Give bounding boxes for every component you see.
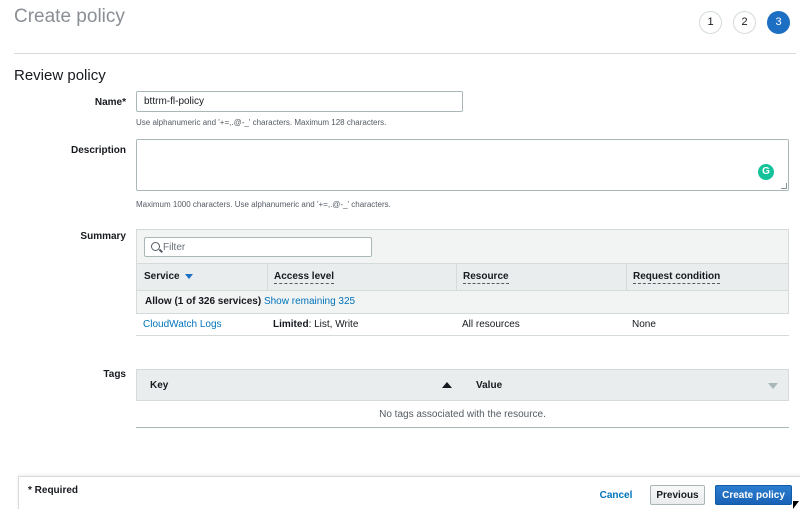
- tags-empty-message: No tags associated with the resource.: [379, 409, 546, 420]
- column-header-service[interactable]: Service: [144, 264, 193, 291]
- section-title: Review policy: [14, 67, 106, 84]
- search-icon: [151, 242, 160, 251]
- column-header-access-level[interactable]: Access level: [267, 264, 335, 291]
- condition-cell: None: [632, 319, 656, 330]
- cancel-button[interactable]: Cancel: [596, 485, 636, 505]
- sort-asc-icon[interactable]: [442, 382, 452, 388]
- resource-cell: All resources: [462, 319, 520, 330]
- allow-group-label: Allow (1 of 326 services): [145, 296, 262, 307]
- step-3-active[interactable]: 3: [767, 11, 790, 34]
- create-policy-button[interactable]: Create policy: [715, 485, 792, 505]
- required-note: * Required: [28, 485, 79, 496]
- tags-table: Key Value No tags associated with the re…: [136, 369, 789, 428]
- filter-placeholder: Filter: [163, 242, 186, 253]
- step-1[interactable]: 1: [699, 11, 722, 34]
- summary-label: Summary: [80, 231, 126, 242]
- description-label: Description: [70, 145, 126, 156]
- policy-name-input[interactable]: [136, 91, 463, 112]
- description-textarea[interactable]: G: [136, 139, 789, 191]
- column-header-request-condition[interactable]: Request condition: [626, 264, 721, 291]
- show-remaining-link[interactable]: Show remaining 325: [264, 296, 355, 307]
- summary-table: Filter Service Access level Resource Req…: [136, 229, 789, 336]
- footer-bar: * Required Cancel Previous Create policy: [18, 476, 800, 509]
- sort-desc-icon: [184, 273, 193, 279]
- column-header-resource[interactable]: Resource: [456, 264, 509, 291]
- previous-button[interactable]: Previous: [650, 485, 705, 505]
- summary-table-header: Service Access level Resource Request co…: [136, 263, 789, 291]
- name-hint: Use alphanumeric and '+=,.@-_' character…: [136, 118, 387, 127]
- table-row: CloudWatch Logs Limited: List, Write All…: [136, 314, 789, 336]
- page-title: Create policy: [14, 6, 125, 27]
- column-header-key[interactable]: Key: [150, 370, 168, 401]
- grammarly-icon[interactable]: G: [758, 164, 774, 180]
- step-2[interactable]: 2: [733, 11, 756, 34]
- allow-group-row: Allow (1 of 326 services) Show remaining…: [136, 291, 789, 314]
- filter-input[interactable]: Filter: [144, 237, 372, 257]
- tags-label: Tags: [103, 369, 126, 380]
- title-divider: [14, 53, 796, 54]
- access-level-cell: Limited: List, Write: [273, 319, 359, 330]
- mouse-pointer-icon: [793, 501, 799, 509]
- filter-bar: Filter: [136, 229, 789, 263]
- tags-table-header: Key Value: [136, 369, 789, 401]
- name-label: Name*: [94, 97, 126, 108]
- resize-handle[interactable]: [781, 183, 787, 189]
- service-link[interactable]: CloudWatch Logs: [143, 314, 222, 336]
- sort-desc-icon[interactable]: [768, 383, 778, 389]
- column-header-value[interactable]: Value: [476, 370, 502, 401]
- description-hint: Maximum 1000 characters. Use alphanumeri…: [136, 200, 391, 209]
